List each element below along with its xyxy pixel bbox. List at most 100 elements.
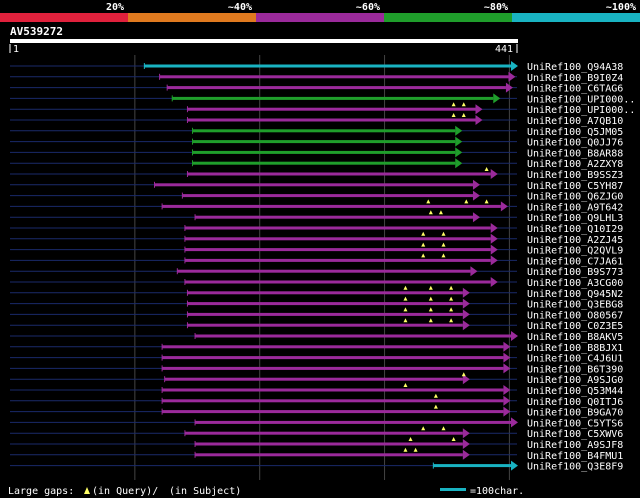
gap-marker-icon <box>441 231 446 236</box>
hit-row: UniRef100_Q10I29 <box>10 223 623 235</box>
hit-name: UniRef100_B9S773 <box>527 267 623 278</box>
query-start-label: 1 <box>13 44 19 55</box>
hit-name: UniRef100_Q0JJ76 <box>527 138 623 149</box>
hit-bar <box>162 356 504 360</box>
hit-name: UniRef100_B8AR88 <box>527 148 623 159</box>
hit-bar <box>162 399 504 403</box>
hit-row: UniRef100_C5YH87 <box>10 179 623 192</box>
hit-bar <box>184 431 463 435</box>
hit-row: UniRef100_Q3EBG8 <box>10 296 623 311</box>
hit-arrowhead <box>462 320 470 331</box>
hit-name: UniRef100_C6TAG6 <box>527 84 623 95</box>
hit-name: UniRef100_B9I0Z4 <box>527 73 623 84</box>
hit-arrowhead <box>462 428 470 439</box>
gap-marker-icon <box>441 426 446 431</box>
gap-marker-icon <box>441 253 446 258</box>
hit-arrowhead <box>455 125 463 136</box>
hit-row: UniRef100_C4J6U1 <box>10 352 623 365</box>
hit-name: UniRef100_Q945N2 <box>527 289 623 300</box>
hit-name: UniRef100_A2ZJ45 <box>527 235 623 246</box>
scale-segment <box>0 13 128 22</box>
hit-row: UniRef100_B8AR88 <box>10 147 623 159</box>
hit-arrowhead <box>462 287 470 298</box>
hit-row: UniRef100_O80567 <box>10 307 623 321</box>
hit-arrowhead <box>472 212 480 223</box>
hit-bar <box>195 442 463 446</box>
hit-arrowhead <box>455 158 463 169</box>
hit-bar <box>184 280 491 284</box>
hit-name: UniRef100_Q53M44 <box>527 386 623 397</box>
gap-marker-icon <box>449 285 454 290</box>
hit-name: UniRef100_O80567 <box>527 310 623 321</box>
hit-row: UniRef100_A2ZXY8 <box>10 158 623 170</box>
scale-segment <box>512 13 640 22</box>
gap-marker-icon <box>421 231 426 236</box>
scale-tick-label: ~60% <box>356 2 380 13</box>
hit-bar <box>187 118 476 122</box>
hit-name: UniRef100_B9SSZ3 <box>527 170 623 181</box>
hit-row: UniRef100_UPI000.. <box>10 93 635 105</box>
hit-name: UniRef100_Q2QVL9 <box>527 246 623 257</box>
hit-name: UniRef100_A2ZXY8 <box>527 159 623 170</box>
scale-length-icon <box>440 488 466 491</box>
gap-marker-icon <box>421 426 426 431</box>
hit-bar <box>187 172 491 176</box>
gap-marker-icon <box>428 285 433 290</box>
hit-row: UniRef100_Q9LHL3 <box>10 210 623 224</box>
hit-name: UniRef100_A9T642 <box>527 202 623 213</box>
hit-arrowhead <box>462 449 470 460</box>
hit-row: UniRef100_A2ZJ45 <box>10 231 623 246</box>
gap-marker-icon <box>449 296 454 301</box>
hit-name: UniRef100_Q9LHL3 <box>527 213 623 224</box>
gap-marker-icon <box>484 167 489 171</box>
scale-header: 20% ~40% ~60% ~80% ~100% <box>106 2 636 13</box>
scale-tick-label: 20% <box>106 2 124 13</box>
hit-arrowhead <box>472 190 480 201</box>
hit-bar <box>192 161 456 165</box>
hit-arrowhead <box>500 201 508 212</box>
hit-bar <box>177 269 471 273</box>
gap-marker-icon <box>484 199 489 204</box>
hit-name: UniRef100_UPI000.. <box>527 105 635 116</box>
hit-arrowhead <box>490 255 498 266</box>
hit-arrowhead <box>475 115 483 125</box>
hit-list: UniRef100_Q94A38UniRef100_B9I0Z4UniRef10… <box>10 61 635 473</box>
hit-bar <box>184 258 491 262</box>
hit-row: UniRef100_B9GA70 <box>10 404 623 419</box>
gap-marker-icon <box>428 307 433 312</box>
hit-bar <box>187 302 463 306</box>
hit-name: UniRef100_Q3EBG8 <box>527 300 623 311</box>
hit-name: UniRef100_A9SJG0 <box>527 375 623 386</box>
gap-marker-icon <box>451 102 456 107</box>
scale-segment <box>256 13 384 22</box>
hit-arrowhead <box>475 104 483 115</box>
hit-row: UniRef100_UPI000.. <box>10 102 635 116</box>
scale-segment <box>384 13 512 22</box>
hit-name: UniRef100_B8AKV5 <box>527 332 623 343</box>
hit-row: UniRef100_C7JA61 <box>10 253 623 267</box>
hit-row: UniRef100_B9S773 <box>10 266 623 278</box>
hit-name: UniRef100_B8BJX1 <box>527 343 623 354</box>
gap-marker-icon <box>464 199 469 204</box>
hit-arrowhead <box>511 331 518 341</box>
hit-name: UniRef100_C5YH87 <box>527 181 623 192</box>
hit-bar <box>162 410 504 414</box>
hit-row: UniRef100_A9SJG0 <box>10 372 623 386</box>
hit-row: UniRef100_B8BJX1 <box>10 341 623 354</box>
legend-gaps-query: (in Query)/ <box>92 486 158 497</box>
hit-bar <box>164 377 463 381</box>
hit-bar <box>192 129 456 133</box>
hit-row: UniRef100_Q6ZJG0 <box>10 190 623 203</box>
query-name: AV539272 <box>10 25 63 38</box>
hit-row: UniRef100_C0Z3E5 <box>10 318 623 332</box>
hit-arrowhead <box>455 147 463 158</box>
gap-marker-icon <box>403 296 408 301</box>
gap-marker-icon <box>403 447 408 452</box>
hit-name: UniRef100_Q5JM05 <box>527 127 623 138</box>
hit-row: UniRef100_Q945N2 <box>10 285 623 300</box>
scale-tick-label: ~100% <box>606 2 636 13</box>
hit-arrowhead <box>470 266 478 277</box>
hit-bar <box>184 237 491 241</box>
hit-name: UniRef100_Q10I29 <box>527 224 623 235</box>
hit-row: UniRef100_Q94A38 <box>10 61 623 73</box>
